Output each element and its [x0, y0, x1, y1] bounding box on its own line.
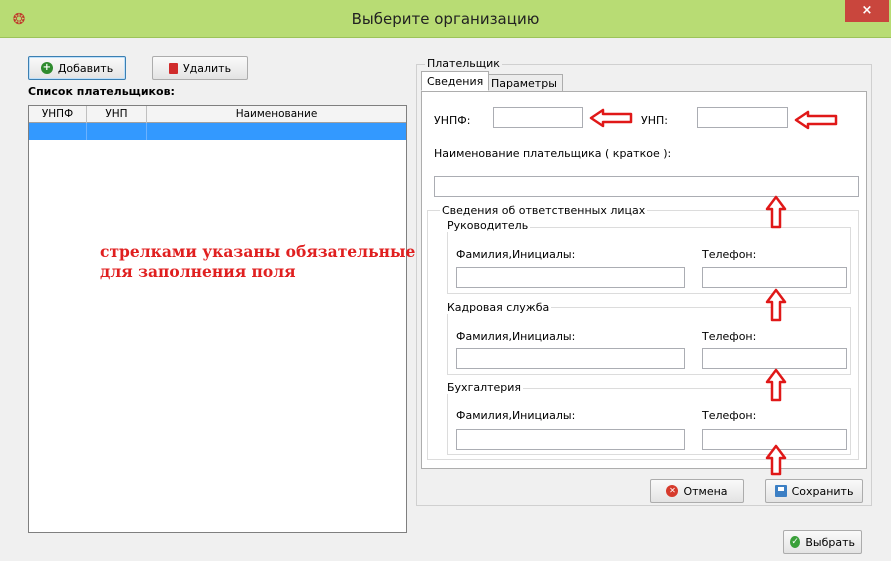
required-arrow-left-icon	[794, 110, 838, 130]
required-arrow-left-icon	[589, 108, 633, 128]
responsible-group-label: Сведения об ответственных лицах	[440, 204, 648, 217]
hr-phone-input[interactable]	[702, 348, 847, 369]
required-arrow-up-icon	[765, 195, 787, 229]
director-phone-label: Телефон:	[702, 248, 757, 261]
note-line-1: стрелками указаны обязательные	[100, 242, 416, 261]
table-row[interactable]	[29, 123, 406, 140]
save-icon	[774, 485, 787, 497]
unp-input[interactable]	[697, 107, 788, 128]
cell-unpf	[29, 123, 87, 140]
payers-list-label: Список плательщиков:	[28, 85, 175, 98]
unpf-input[interactable]	[493, 107, 583, 128]
delete-button-label: Удалить	[182, 61, 232, 75]
save-button-label: Сохранить	[791, 484, 854, 498]
director-name-input[interactable]	[456, 267, 685, 288]
cancel-button[interactable]: ✕ Отмена	[650, 479, 744, 503]
hr-section-title: Кадровая служба	[445, 301, 552, 314]
short-name-input[interactable]	[434, 176, 859, 197]
hr-phone-label: Телефон:	[702, 330, 757, 343]
add-button-label: Добавить	[57, 61, 114, 75]
payers-grid[interactable]: УНПФ УНП Наименование	[28, 105, 407, 533]
window-title: Выберите организацию	[351, 10, 540, 28]
director-name-label: Фамилия,Инициалы:	[456, 248, 576, 261]
column-header-unpf[interactable]: УНПФ	[29, 106, 87, 123]
cancel-button-label: Отмена	[683, 484, 728, 498]
select-button-label: Выбрать	[805, 535, 855, 549]
cancel-icon: ✕	[666, 485, 679, 497]
accounting-name-label: Фамилия,Инициалы:	[456, 409, 576, 422]
cell-unp	[87, 123, 147, 140]
director-section-title: Руководитель	[445, 219, 531, 232]
hr-name-label: Фамилия,Инициалы:	[456, 330, 576, 343]
tab-details[interactable]: Сведения	[421, 71, 490, 91]
column-header-name[interactable]: Наименование	[147, 106, 406, 123]
save-button[interactable]: Сохранить	[765, 479, 863, 503]
required-arrow-up-icon	[765, 368, 787, 402]
accounting-section-title: Бухгалтерия	[445, 381, 524, 394]
accounting-phone-label: Телефон:	[702, 409, 757, 422]
unp-label: УНП:	[641, 114, 668, 127]
cell-name	[147, 123, 406, 140]
trash-icon	[168, 62, 178, 74]
required-arrow-up-icon	[765, 444, 787, 476]
grid-header: УНПФ УНП Наименование	[29, 106, 406, 123]
director-phone-input[interactable]	[702, 267, 847, 288]
note-line-2: для заполнения поля	[100, 262, 296, 281]
unpf-label: УНПФ:	[434, 114, 471, 127]
add-button[interactable]: + Добавить	[28, 56, 126, 80]
payer-group-label: Плательщик	[425, 57, 502, 70]
delete-button[interactable]: Удалить	[152, 56, 248, 80]
check-icon: ✓	[790, 536, 801, 548]
accounting-name-input[interactable]	[456, 429, 685, 450]
required-fields-note: стрелками указаны обязательные для запол…	[100, 242, 420, 282]
add-icon: +	[40, 62, 53, 74]
column-header-unp[interactable]: УНП	[87, 106, 147, 123]
select-button[interactable]: ✓ Выбрать	[783, 530, 862, 554]
required-arrow-up-icon	[765, 288, 787, 322]
close-button[interactable]: ×	[845, 0, 889, 22]
short-name-label: Наименование плательщика ( краткое ):	[434, 147, 672, 160]
tab-parameters[interactable]: Параметры	[485, 74, 563, 92]
hr-name-input[interactable]	[456, 348, 685, 369]
